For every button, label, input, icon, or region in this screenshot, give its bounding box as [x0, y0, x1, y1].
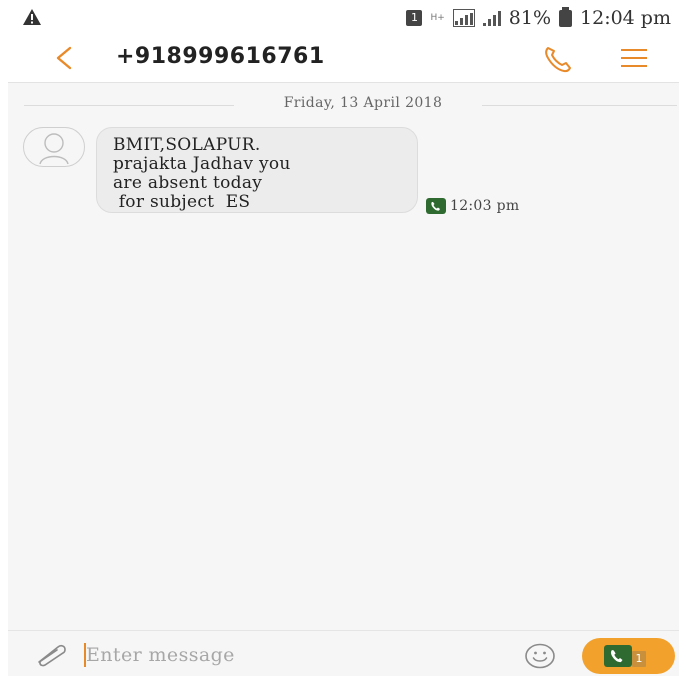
battery-icon	[559, 6, 573, 27]
contact-avatar[interactable]	[23, 127, 85, 167]
attach-icon[interactable]	[30, 641, 70, 667]
divider-line-right	[482, 105, 677, 106]
messaging-screen: 1 H+ 81% 12:04 pm +918999616761 Friday,	[8, 0, 679, 676]
status-right-group: 1 H+ 81% 12:04 pm	[406, 6, 671, 29]
send-icon	[604, 645, 632, 667]
message-meta: 12:03 pm	[426, 198, 519, 214]
send-sim-number: 1	[632, 651, 646, 667]
status-bar: 1 H+ 81% 12:04 pm	[8, 0, 679, 36]
warning-icon	[22, 8, 42, 30]
menu-icon[interactable]	[620, 46, 648, 70]
conversation-header: +918999616761	[8, 36, 679, 83]
call-icon[interactable]	[542, 44, 574, 74]
signal-icon-2	[482, 10, 501, 26]
conversation-date: Friday, 13 April 2018	[283, 95, 443, 111]
emoji-icon[interactable]	[524, 643, 556, 669]
network-icon: H+	[430, 12, 445, 23]
message-composer: 1	[8, 630, 679, 676]
divider-line-left	[24, 105, 234, 106]
sim-card-icon	[426, 198, 446, 214]
message-time: 12:03 pm	[450, 198, 520, 214]
person-icon	[39, 133, 69, 165]
back-icon[interactable]	[52, 45, 76, 71]
send-button[interactable]: 1	[582, 638, 675, 674]
message-input[interactable]	[82, 640, 486, 670]
contact-title[interactable]: +918999616761	[116, 44, 325, 69]
message-bubble[interactable]: BMIT,SOLAPUR. prajakta Jadhav you are ab…	[96, 127, 418, 213]
date-divider: Friday, 13 April 2018	[24, 95, 679, 115]
status-time: 12:04 pm	[580, 7, 671, 29]
signal-icon	[452, 9, 475, 27]
sim-icon: 1	[406, 10, 423, 26]
battery-percent: 81%	[508, 7, 552, 29]
